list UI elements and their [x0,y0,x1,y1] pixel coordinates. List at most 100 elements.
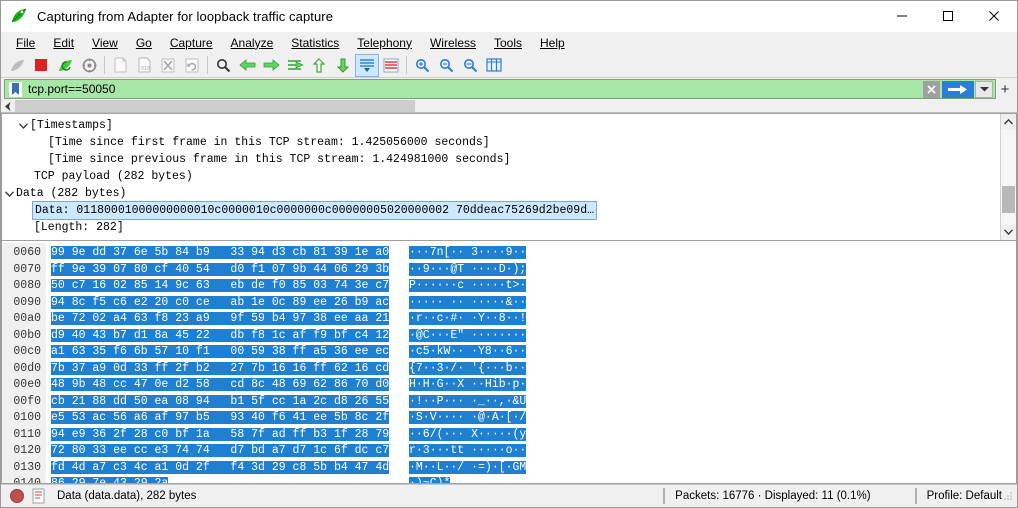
go-back-icon[interactable] [235,54,259,77]
detail-row-data[interactable]: Data (282 bytes) [2,185,1000,202]
status-profile-text[interactable]: Profile: Default [927,490,1002,502]
detail-row-timestamps[interactable]: [Timestamps] [2,117,1000,134]
hex-ascii-column[interactable]: ···7n[·· 3····9·· ··9···@T ····D·); P·····… [409,243,527,483]
vscroll-track[interactable] [1001,130,1016,224]
hex-bytes-selected[interactable]: 86 29 7e 43 29 2a [51,477,169,483]
hscroll-thumb[interactable] [15,100,415,112]
menu-view[interactable]: View [83,34,127,52]
expert-info-icon[interactable] [10,489,24,503]
hex-byte-row[interactable]: d9 40 43 b7 d1 8a 45 22 db f8 1c af f9 b… [51,328,401,345]
save-file-icon[interactable]: 010 [132,54,156,77]
vscroll-thumb[interactable] [1002,186,1015,213]
maximize-button[interactable] [925,1,971,32]
hex-byte-row[interactable]: cb 21 88 dd 50 ea 08 94 b1 5f cc 1a 2c d… [51,394,401,411]
hex-bytes-selected[interactable]: 48 9b 48 cc 47 0e d2 58 cd 8c 48 69 62 8… [51,378,390,391]
open-file-icon[interactable] [108,54,132,77]
detail-pane-vscrollbar[interactable] [1000,114,1016,240]
hex-byte-row[interactable]: 50 c7 16 02 85 14 9c 63 eb de f0 85 03 7… [51,278,401,295]
hex-bytes-selected[interactable]: d9 40 43 b7 d1 8a 45 22 db f8 1c af f9 b… [51,328,390,342]
hex-byte-row[interactable]: 99 9e dd 37 6e 5b 84 b9 33 94 d3 cb 81 3… [51,245,401,262]
menu-statistics[interactable]: Statistics [282,34,348,52]
hex-ascii-row[interactable]: ·!··P··· ·_··,·&U [409,394,527,411]
hex-ascii-selected[interactable]: ·c5·kW·· ·Y8··6·· [409,345,527,358]
hex-ascii-selected[interactable]: P······c ·····t>· [409,279,527,292]
hex-ascii-selected[interactable]: ·)~C)* [409,477,451,483]
menu-tools[interactable]: Tools [485,34,531,52]
bookmark-icon[interactable] [6,80,24,98]
minimize-button[interactable] [879,1,925,32]
menu-capture[interactable]: Capture [161,34,222,52]
menu-wireless[interactable]: Wireless [421,34,485,52]
zoom-reset-icon[interactable] [458,54,482,77]
hex-byte-row[interactable]: e5 53 ac 56 a6 af 97 b5 93 40 f6 41 ee 5… [51,410,401,427]
find-packet-icon[interactable] [211,54,235,77]
hex-ascii-selected[interactable]: ·r··c·#· ·Y··8··! [409,312,527,325]
hex-ascii-selected[interactable]: ·M··L··/ ·=)·[·GM [409,460,527,474]
apply-filter-button[interactable] [942,80,974,98]
hex-bytes-selected[interactable]: 7b 37 a9 0d 33 ff 2f b2 27 7b 16 16 ff 6… [51,361,390,375]
start-capture-icon[interactable] [5,54,29,77]
hex-ascii-row[interactable]: ·)~C)* [409,476,526,483]
detail-row-length[interactable]: [Length: 282] [2,219,1000,236]
stop-capture-icon[interactable] [29,54,53,77]
hex-byte-row[interactable]: a1 63 35 f6 6b 57 10 f1 00 59 38 ff a5 3… [51,344,401,361]
close-button[interactable] [971,1,1017,32]
hex-bytes-selected[interactable]: e5 53 ac 56 a6 af 97 b5 93 40 f6 41 ee 5… [51,411,390,424]
hscroll-track[interactable] [15,100,1017,112]
hex-bytes-selected[interactable]: be 72 02 a4 63 f8 23 a9 9f 59 b4 97 38 e… [51,312,390,325]
clear-filter-button[interactable] [923,80,940,98]
hex-dump[interactable]: 0060 0070 0080 0090 00a0 00b0 00c0 00d0 00e0 00f0… [2,241,1016,483]
chevron-down-icon[interactable] [2,190,16,197]
hex-ascii-row[interactable]: ····· ·· ·····&·· [409,295,527,312]
hex-ascii-selected[interactable]: ·@C···E" ········ [409,328,527,342]
resize-columns-icon[interactable] [482,54,506,77]
detail-row-data-bytes[interactable]: Data: 01180001000000000010c0000010c00000… [2,201,1000,220]
reload-file-icon[interactable] [180,54,204,77]
auto-scroll-icon[interactable] [355,53,379,77]
go-to-packet-icon[interactable] [283,54,307,77]
detail-row-time-since-first[interactable]: [Time since first frame in this TCP stre… [2,134,1000,151]
hex-ascii-selected[interactable]: ··6/(··· X·····(y [409,427,527,441]
hex-ascii-selected[interactable]: ·S·V···· ·@·A·[·/ [409,411,527,424]
hex-ascii-row[interactable]: ·M··L··/ ·=)·[·GM [409,460,527,477]
vscroll-up-arrow[interactable] [1001,114,1016,130]
zoom-in-icon[interactable] [410,54,434,77]
add-filter-button[interactable]: + [996,81,1014,98]
detail-row-time-since-previous[interactable]: [Time since previous frame in this TCP s… [2,151,1000,168]
filter-dropdown-button[interactable] [975,80,993,98]
hex-byte-row[interactable]: 48 9b 48 cc 47 0e d2 58 cd 8c 48 69 62 8… [51,377,401,394]
hex-ascii-row[interactable]: H·H·G··X ··Hib·p· [409,377,527,394]
hex-byte-row[interactable]: 94 8c f5 c6 e2 20 c0 ce ab 1e 0c 89 ee 2… [51,295,401,312]
vscroll-down-arrow[interactable] [1001,224,1016,240]
menu-edit[interactable]: Edit [44,34,83,52]
hex-ascii-selected[interactable]: ····· ·· ·····&·· [409,295,527,309]
go-first-packet-icon[interactable] [307,54,331,77]
hex-ascii-row[interactable]: ·r··c·#· ·Y··8··! [409,311,527,328]
resize-grip-icon[interactable] [1002,490,1014,502]
packet-bytes-pane[interactable]: 0060 0070 0080 0090 00a0 00b0 00c0 00d0 00e0 00f0… [1,241,1017,484]
zoom-out-icon[interactable] [434,54,458,77]
hex-ascii-row[interactable]: {7··3·/· '{···b·· [409,361,527,378]
packet-detail-pane[interactable]: [Timestamps] [Time since first frame in … [1,113,1017,241]
filter-text-value[interactable]: tcp.port==50050 [28,82,923,96]
hex-ascii-row[interactable]: P······c ·····t>· [409,278,527,295]
hex-ascii-row[interactable]: ···7n[·· 3····9·· [409,245,527,262]
menu-analyze[interactable]: Analyze [222,34,283,52]
go-last-packet-icon[interactable] [331,54,355,77]
hex-ascii-row[interactable]: ·c5·kW·· ·Y8··6·· [409,344,527,361]
hex-ascii-row[interactable]: ·S·V···· ·@·A·[·/ [409,410,527,427]
hex-bytes-selected[interactable]: 99 9e dd 37 6e 5b 84 b9 33 94 d3 cb 81 3… [51,246,390,259]
hex-ascii-row[interactable]: ··9···@T ····D·); [409,262,527,279]
menu-telephony[interactable]: Telephony [348,34,421,52]
chevron-down-icon[interactable] [16,122,30,129]
detail-row-tcp-payload[interactable]: TCP payload (282 bytes) [2,168,1000,185]
colorize-icon[interactable] [379,54,403,77]
hex-ascii-selected[interactable]: r·3···tt ·····o·· [409,444,527,457]
hscroll-left-arrow[interactable] [1,100,15,112]
hex-ascii-selected[interactable]: ··9···@T ····D·); [409,262,527,276]
display-filter-input[interactable]: tcp.port==50050 [4,79,996,99]
hex-bytes-selected[interactable]: a1 63 35 f6 6b 57 10 f1 00 59 38 ff a5 3… [51,345,390,358]
hex-bytes-selected[interactable]: 94 e9 36 2f 28 c0 bf 1a 58 7f ad ff b3 1… [51,427,390,441]
hex-ascii-row[interactable]: ··6/(··· X·····(y [409,427,527,444]
hex-bytes-selected[interactable]: 50 c7 16 02 85 14 9c 63 eb de f0 85 03 7… [51,279,390,292]
